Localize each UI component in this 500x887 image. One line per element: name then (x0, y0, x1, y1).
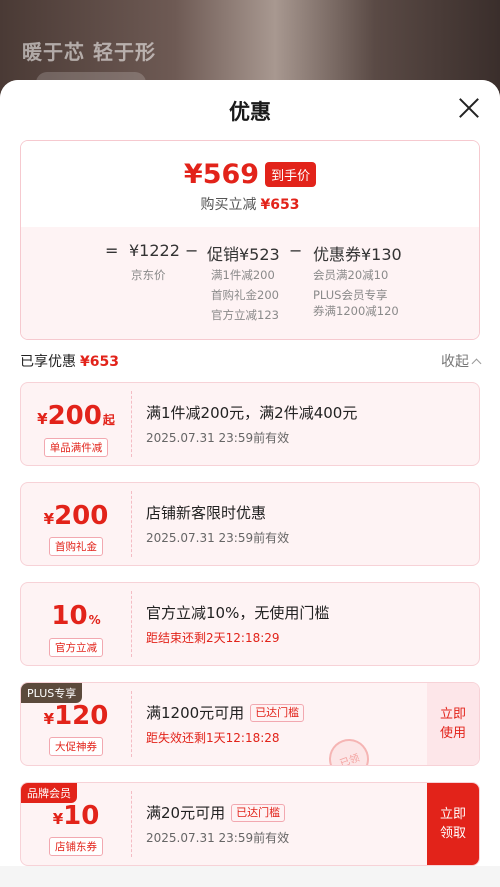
coupon-validity: 2025.07.31 23:59前有效 (146, 431, 290, 445)
final-price: ¥569 (183, 159, 260, 190)
coupon-description: 满1件减200元，满2件减400元 (146, 404, 358, 422)
saved-amount: ¥653 (260, 197, 300, 213)
coupon-unit: % (88, 613, 101, 627)
base-price-label: 京东价 (131, 268, 166, 282)
promo-line: 首购礼金200 (211, 288, 279, 302)
coupon-type-tag: 官方立减 (49, 638, 103, 657)
coupon-countdown: 距结束还剩2天12:18:29 (146, 631, 280, 645)
sheet-header: 优惠 (0, 80, 500, 138)
coupon-line: PLUS会员专享 (313, 288, 388, 302)
enjoyed-amount: ¥653 (80, 354, 119, 370)
coupon-currency: ¥ (43, 710, 55, 728)
sheet-body: ¥569 到手价 购买立减 ¥653 = ¥1222 − 促销¥523 − 优惠券… (0, 138, 500, 866)
coupon-type-tag: 店铺东券 (49, 837, 103, 856)
coupon-amount: 10 (51, 601, 88, 631)
collapse-button[interactable]: 收起 (441, 351, 482, 371)
coupon-countdown: 距失效还剩1天12:18:28 (146, 731, 280, 745)
use-now-button[interactable]: 立即 使用 (427, 683, 479, 765)
sheet-title: 优惠 (229, 100, 271, 124)
coupon-card: 10% 官方立减 官方立减10%，无使用门槛 距结束还剩2天12:18:29 (20, 582, 480, 666)
close-icon[interactable] (458, 97, 480, 119)
coupon-amount: 200 (47, 401, 102, 431)
formula-minus: − (185, 241, 199, 260)
coupon-type-tag: 单品满件减 (43, 438, 109, 457)
coupon-card: ¥200 首购礼金 店铺新客限时优惠 2025.07.31 23:59前有效 (20, 482, 480, 566)
formula-minus: − (289, 241, 303, 260)
threshold-met-tag: 已达门槛 (231, 804, 286, 822)
formula-base-price: ¥1222 (129, 241, 180, 260)
coupon-validity: 2025.07.31 23:59前有效 (146, 831, 290, 845)
coupon-description: 店铺新客限时优惠 (146, 504, 267, 522)
coupon-amount: 120 (54, 701, 109, 731)
coupon-amount: 200 (54, 501, 109, 531)
threshold-met-tag: 已达门槛 (250, 704, 305, 722)
formula-coupon: 优惠券¥130 (313, 245, 402, 264)
saved-label: 购买立减 (200, 197, 257, 213)
coupon-currency: ¥ (37, 410, 48, 428)
claim-now-button[interactable]: 立即 领取 (427, 783, 479, 865)
coupon-amount: 10 (63, 801, 100, 831)
coupon-description: 满1200元可用 (146, 704, 245, 722)
coupon-line: 会员满20减10 (313, 268, 389, 282)
coupon-card: 品牌会员 ¥10 店铺东券 满20元可用 已达门槛 2025.07.31 23:5… (20, 782, 480, 866)
price-breakdown: = ¥1222 − 促销¥523 − 优惠券¥130 京东价 满1件减200 首… (21, 227, 479, 339)
collapse-label: 收起 (441, 354, 469, 370)
coupon-currency: ¥ (52, 810, 64, 828)
banner-slogan: 暖于芯 轻于形 (22, 40, 156, 64)
enjoyed-discount-row: 已享优惠 ¥653 收起 (20, 340, 482, 382)
coupon-unit: 起 (102, 413, 115, 427)
coupon-type-tag: 大促神券 (49, 737, 103, 756)
coupon-line: 券满1200减120 (313, 304, 399, 318)
promo-line: 官方立减123 (211, 308, 279, 322)
price-summary-card: ¥569 到手价 购买立减 ¥653 = ¥1222 − 促销¥523 − 优惠券… (20, 140, 480, 340)
coupon-description: 满20元可用 (146, 804, 226, 822)
coupon-description: 官方立减10%，无使用门槛 (146, 604, 330, 622)
enjoyed-label: 已享优惠 (20, 354, 76, 370)
coupon-currency: ¥ (43, 510, 55, 528)
coupon-type-tag: 首购礼金 (49, 537, 103, 556)
coupon-card: PLUS专享 ¥120 大促神券 满1200元可用 已达门槛 距失效还剩1天12:… (20, 682, 480, 766)
coupon-validity: 2025.07.31 23:59前有效 (146, 531, 290, 545)
formula-equals: = (105, 241, 119, 260)
final-price-tag: 到手价 (265, 162, 317, 187)
discount-sheet: 优惠 ¥569 到手价 购买立减 ¥653 = ¥1222 − 促销¥523 −… (0, 80, 500, 887)
chevron-up-icon (471, 358, 482, 369)
promo-line: 满1件减200 (211, 268, 275, 282)
formula-promo: 促销¥523 (207, 245, 280, 264)
coupon-card: ¥200起 单品满件减 满1件减200元，满2件减400元 2025.07.31… (20, 382, 480, 466)
